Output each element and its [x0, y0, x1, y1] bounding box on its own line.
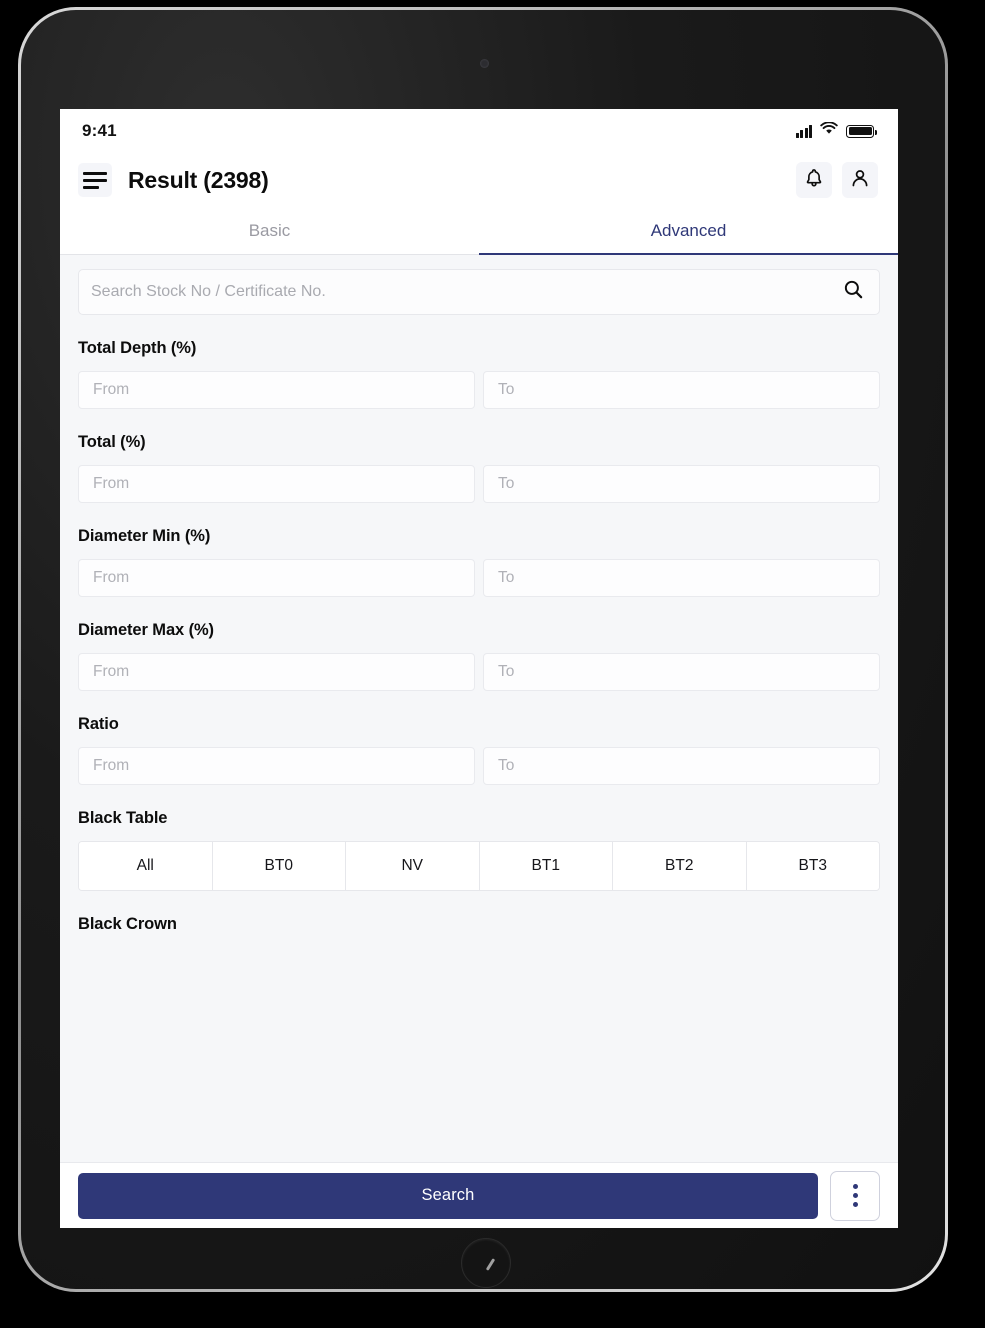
battery-full-icon: [846, 124, 877, 138]
ratio-to-input[interactable]: [483, 747, 880, 785]
filter-label-diameter-max: Diameter Max (%): [78, 621, 214, 639]
filter-label-total-depth: Total Depth (%): [78, 339, 197, 357]
more-vertical-icon-dot: [852, 1184, 858, 1189]
home-button[interactable]: [461, 1238, 511, 1288]
wifi-icon: [820, 121, 838, 140]
front-camera-icon: [480, 59, 489, 68]
more-options-button[interactable]: [830, 1170, 880, 1221]
more-vertical-icon-dot: [852, 1202, 858, 1207]
total-depth-to-input[interactable]: [483, 371, 880, 409]
tablet-device-body: 9:41 Result (2398) Basic Advanced Search…: [21, 10, 945, 1289]
tab-bar: Basic Advanced: [60, 207, 898, 255]
filter-label-ratio: Ratio: [78, 715, 119, 733]
status-bar: 9:41: [60, 109, 898, 153]
cellular-signal-icon: [795, 124, 812, 138]
search-button[interactable]: Search: [78, 1172, 818, 1219]
total-depth-from-input[interactable]: [78, 371, 475, 409]
device-screen: 9:41 Result (2398) Basic Advanced Search…: [60, 109, 898, 1228]
more-vertical-icon-dot: [852, 1193, 858, 1198]
diameter-max-to-input[interactable]: [483, 653, 880, 691]
status-bar-icons: [795, 121, 877, 140]
diameter-max-from-input[interactable]: [78, 653, 475, 691]
filter-range-diameter-min: [78, 559, 880, 597]
diameter-min-from-input[interactable]: [78, 559, 475, 597]
black-table-option-bt3[interactable]: BT3: [746, 842, 879, 890]
filter-label-black-table: Black Table: [78, 809, 168, 827]
bottom-action-bar: Search: [60, 1162, 898, 1228]
filter-range-total: [78, 465, 880, 503]
filter-label-total: Total (%): [78, 433, 146, 451]
search-field-wrapper[interactable]: [78, 269, 880, 315]
total-from-input[interactable]: [78, 465, 475, 503]
tab-advanced[interactable]: Advanced: [479, 207, 898, 255]
profile-button[interactable]: [842, 162, 878, 198]
search-icon[interactable]: [842, 278, 865, 306]
filter-range-diameter-max: [78, 653, 880, 691]
tablet-device-frame: 9:41 Result (2398) Basic Advanced Search…: [18, 7, 948, 1292]
app-bar: Result (2398): [60, 153, 898, 207]
notifications-button[interactable]: [796, 162, 832, 198]
black-table-segmented-control: All BT0 NV BT1 BT2 BT3: [78, 841, 880, 891]
filter-label-diameter-min: Diameter Min (%): [78, 527, 211, 545]
black-table-option-bt1[interactable]: BT1: [479, 842, 613, 890]
bell-icon: [803, 167, 825, 194]
advanced-filter-panel: Total Depth (%) Total (%) Diameter Min (…: [60, 255, 898, 1162]
diameter-min-to-input[interactable]: [483, 559, 880, 597]
black-table-option-bt2[interactable]: BT2: [613, 842, 747, 890]
user-avatar-icon: [849, 167, 871, 194]
total-to-input[interactable]: [483, 465, 880, 503]
black-table-option-nv[interactable]: NV: [346, 842, 480, 890]
black-table-option-bt0[interactable]: BT0: [212, 842, 346, 890]
filter-range-total-depth: [78, 371, 880, 409]
black-table-option-all[interactable]: All: [79, 842, 213, 890]
page-title: Result (2398): [128, 166, 269, 193]
ratio-from-input[interactable]: [78, 747, 475, 785]
search-input[interactable]: [91, 283, 842, 301]
filter-label-black-crown: Black Crown: [78, 915, 177, 933]
hamburger-menu-icon[interactable]: [78, 163, 112, 197]
status-bar-time: 9:41: [82, 121, 117, 140]
filter-range-ratio: [78, 747, 880, 785]
tab-basic[interactable]: Basic: [60, 207, 479, 254]
